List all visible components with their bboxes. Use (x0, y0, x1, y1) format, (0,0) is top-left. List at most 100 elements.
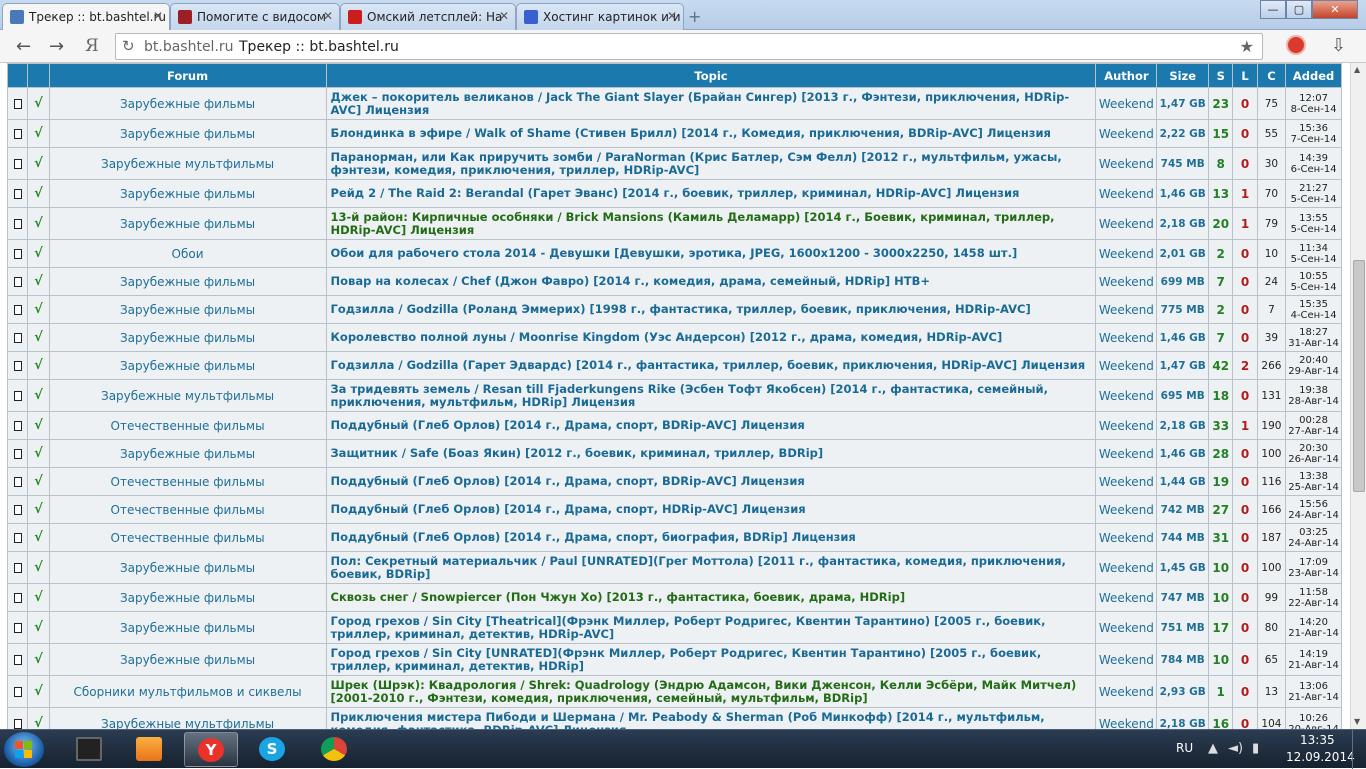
header-leechers[interactable]: L (1232, 63, 1258, 88)
table-row[interactable]: √ Зарубежные мультфильмы За тридевять земе… (6, 379, 1342, 412)
size-download-link[interactable]: 2,18 GB (1156, 707, 1210, 729)
table-row[interactable]: √ Зарубежные фильмы Город грехов / Sin Cit… (6, 643, 1342, 676)
author-link[interactable]: Weekend (1095, 147, 1158, 180)
topic-link[interactable]: Обои для рабочего стола 2014 - Девушки [… (325, 239, 1097, 268)
torrent-file-icon[interactable] (13, 218, 22, 229)
size-download-link[interactable]: 775 MB (1156, 295, 1210, 324)
topic-link[interactable]: Пол: Секретный материальчик / Paul [UNRA… (325, 551, 1097, 584)
forum-link[interactable]: Зарубежные фильмы (48, 267, 327, 296)
table-row[interactable]: √ Отечественные фильмы Поддубный (Глеб Орл… (6, 411, 1342, 440)
size-download-link[interactable]: 699 MB (1156, 267, 1210, 296)
minimize-button[interactable]: — (1260, 0, 1286, 19)
size-download-link[interactable]: 745 MB (1156, 147, 1210, 180)
table-row[interactable]: √ Отечественные фильмы Поддубный (Глеб Орл… (6, 495, 1342, 524)
vertical-scrollbar[interactable]: ▲ ▼ (1350, 63, 1366, 729)
scroll-down-arrow-icon[interactable]: ▼ (1354, 717, 1360, 726)
author-link[interactable]: Weekend (1095, 87, 1158, 120)
forum-link[interactable]: Отечественные фильмы (48, 523, 327, 552)
author-link[interactable]: Weekend (1095, 351, 1158, 380)
size-download-link[interactable]: 1,47 GB (1156, 87, 1210, 120)
topic-link[interactable]: Поддубный (Глеб Орлов) [2014 г., Драма, … (325, 495, 1097, 524)
forum-link[interactable]: Отечественные фильмы (48, 411, 327, 440)
torrent-file-icon[interactable] (13, 420, 22, 431)
close-tab-icon[interactable]: ✕ (667, 9, 677, 23)
language-indicator[interactable]: RU (1176, 741, 1193, 755)
topic-link[interactable]: Сквозь снег / Snowpiercer (Пон Чжун Хо) … (325, 583, 1097, 612)
taskbar-skype-app[interactable]: S (246, 732, 300, 767)
clock-time[interactable]: 13:35 (1300, 733, 1335, 747)
author-link[interactable]: Weekend (1095, 267, 1158, 296)
table-row[interactable]: √ Зарубежные фильмы Блондинка в эфире / Wa… (6, 119, 1342, 148)
table-row[interactable]: √ Зарубежные фильмы Защитник / Safe (Боаз … (6, 439, 1342, 468)
forum-link[interactable]: Зарубежные мультфильмы (48, 707, 327, 729)
torrent-file-icon[interactable] (13, 98, 22, 109)
topic-link[interactable]: Паранорман, или Как приручить зомби / Pa… (325, 147, 1097, 180)
close-tab-icon[interactable]: ✕ (153, 9, 163, 23)
topic-link[interactable]: 13-й район: Кирпичные особняки / Brick M… (325, 207, 1097, 240)
header-seeders[interactable]: S (1208, 63, 1234, 88)
header-author[interactable]: Author (1095, 63, 1158, 88)
author-link[interactable]: Weekend (1095, 611, 1158, 644)
size-download-link[interactable]: 2,22 GB (1156, 119, 1210, 148)
topic-link[interactable]: Город грехов / Sin City [Theatrical](Фрэ… (325, 611, 1097, 644)
close-tab-icon[interactable]: ✕ (499, 9, 509, 23)
topic-link[interactable]: Повар на колесах / Chef (Джон Фавро) [20… (325, 267, 1097, 296)
maximize-button[interactable]: ▢ (1286, 0, 1312, 19)
forum-link[interactable]: Зарубежные мультфильмы (48, 379, 327, 412)
size-download-link[interactable]: 784 MB (1156, 643, 1210, 676)
forum-link[interactable]: Зарубежные фильмы (48, 119, 327, 148)
topic-link[interactable]: Джек – покоритель великанов / Jack The G… (325, 87, 1097, 120)
header-added[interactable]: Added (1285, 63, 1342, 88)
table-row[interactable]: √ Зарубежные фильмы Королевство полной лун… (6, 323, 1342, 352)
close-tab-icon[interactable]: ✕ (323, 9, 333, 23)
table-row[interactable]: √ Зарубежные фильмы Рейд 2 / The Raid 2: B… (6, 179, 1342, 208)
scroll-up-arrow-icon[interactable]: ▲ (1354, 65, 1360, 74)
download-icon[interactable]: ⇩ (1331, 35, 1346, 56)
torrent-file-icon[interactable] (13, 622, 22, 633)
forum-link[interactable]: Зарубежные фильмы (48, 179, 327, 208)
tab-image-hosting[interactable]: Хостинг картинок и и ✕ (516, 3, 684, 30)
torrent-file-icon[interactable] (13, 248, 22, 259)
torrent-file-icon[interactable] (13, 592, 22, 603)
size-download-link[interactable]: 1,45 GB (1156, 551, 1210, 584)
topic-link[interactable]: Шрек (Шрэк): Квадрология / Shrek: Quadro… (325, 675, 1097, 708)
size-download-link[interactable]: 695 MB (1156, 379, 1210, 412)
taskbar-chrome-app[interactable] (308, 732, 362, 767)
torrent-file-icon[interactable] (13, 188, 22, 199)
torrent-file-icon[interactable] (13, 562, 22, 573)
torrent-file-icon[interactable] (13, 476, 22, 487)
header-topic[interactable]: Topic (325, 63, 1097, 88)
table-row[interactable]: √ Зарубежные фильмы Годзилла / Godzilla (Р… (6, 295, 1342, 324)
size-download-link[interactable]: 1,46 GB (1156, 439, 1210, 468)
author-link[interactable]: Weekend (1095, 643, 1158, 676)
forum-link[interactable]: Обои (48, 239, 327, 268)
torrent-file-icon[interactable] (13, 718, 22, 729)
torrent-file-icon[interactable] (13, 332, 22, 343)
taskbar-yandex-browser-app[interactable]: Y (184, 732, 238, 767)
forum-link[interactable]: Зарубежные фильмы (48, 207, 327, 240)
torrent-file-icon[interactable] (13, 360, 22, 371)
author-link[interactable]: Weekend (1095, 323, 1158, 352)
new-tab-button[interactable]: + (688, 7, 701, 26)
table-row[interactable]: √ Зарубежные мультфильмы Приключения мисте… (6, 707, 1342, 729)
topic-link[interactable]: Поддубный (Глеб Орлов) [2014 г., Драма, … (325, 411, 1097, 440)
size-download-link[interactable]: 1,44 GB (1156, 467, 1210, 496)
topic-link[interactable]: Поддубный (Глеб Орлов) [2014 г., Драма, … (325, 467, 1097, 496)
table-row[interactable]: √ Зарубежные фильмы Пол: Секретный материа… (6, 551, 1342, 584)
close-window-button[interactable]: ✕ (1312, 0, 1358, 19)
author-link[interactable]: Weekend (1095, 439, 1158, 468)
author-link[interactable]: Weekend (1095, 523, 1158, 552)
forum-link[interactable]: Зарубежные фильмы (48, 295, 327, 324)
topic-link[interactable]: Поддубный (Глеб Орлов) [2014 г., Драма, … (325, 523, 1097, 552)
table-row[interactable]: √ Зарубежные фильмы Повар на колесах / Che… (6, 267, 1342, 296)
topic-link[interactable]: Блондинка в эфире / Walk of Shame (Стиве… (325, 119, 1097, 148)
adblock-extension-icon[interactable] (1286, 35, 1306, 55)
table-row[interactable]: √ Зарубежные фильмы Джек – покоритель вели… (6, 87, 1342, 120)
topic-link[interactable]: Королевство полной луны / Moonrise Kingd… (325, 323, 1097, 352)
torrent-file-icon[interactable] (13, 158, 22, 169)
topic-link[interactable]: Защитник / Safe (Боаз Якин) [2012 г., бо… (325, 439, 1097, 468)
topic-link[interactable]: Годзилла / Godzilla (Роланд Эммерих) [19… (325, 295, 1097, 324)
forum-link[interactable]: Зарубежные фильмы (48, 643, 327, 676)
size-download-link[interactable]: 2,18 GB (1156, 411, 1210, 440)
scrollbar-thumb[interactable] (1353, 260, 1365, 492)
